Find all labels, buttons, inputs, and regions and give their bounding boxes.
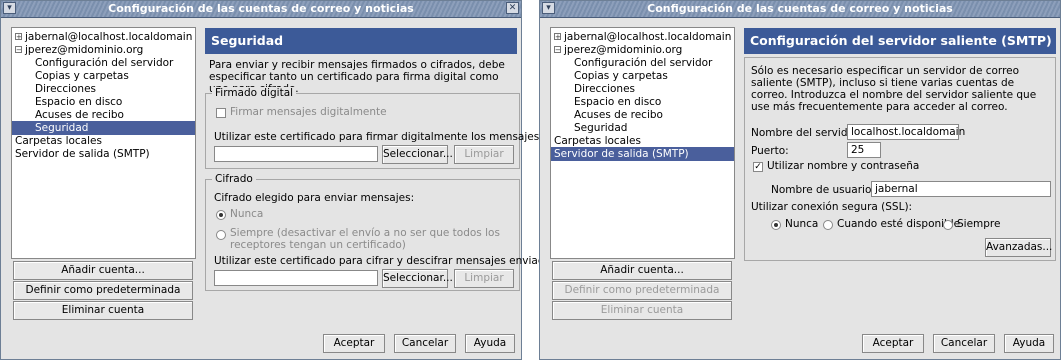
tree-item-security[interactable]: Seguridad: [12, 121, 195, 135]
delete-account-button[interactable]: Eliminar cuenta: [13, 301, 193, 320]
port-label: Puerto:: [751, 145, 789, 157]
clear-signing-cert-button[interactable]: Limpiar: [454, 145, 514, 164]
help-button[interactable]: Ayuda: [1004, 334, 1054, 353]
ssl-when-available-radio[interactable]: [823, 220, 833, 230]
encryption-choice-label: Cifrado elegido para enviar mensajes:: [214, 192, 415, 204]
sign-messages-checkbox[interactable]: [216, 108, 226, 118]
username-input[interactable]: jabernal: [871, 181, 1051, 197]
accept-button[interactable]: Aceptar: [323, 334, 385, 353]
tree-item-addressing[interactable]: Direcciones: [12, 82, 195, 96]
add-account-button[interactable]: Añadir cuenta...: [13, 261, 193, 280]
collapse-icon[interactable]: −: [15, 46, 22, 54]
encrypt-always-label: Siempre (desactivar el envío a no ser qu…: [230, 227, 500, 251]
tree-item-receipts[interactable]: Acuses de recibo: [551, 108, 734, 122]
encryption-group: Cifrado Cifrado elegido para enviar mens…: [205, 173, 590, 291]
tree-item-disk-space[interactable]: Espacio en disco: [12, 95, 195, 109]
tree-item-local-folders[interactable]: Carpetas locales: [551, 134, 734, 148]
tree-item-jperez[interactable]: − jperez@midominio.org: [551, 43, 734, 57]
tree-item-addressing[interactable]: Direcciones: [551, 82, 734, 96]
signing-cert-input[interactable]: [214, 146, 378, 162]
account-settings-window-security: ▾ Configuración de las cuentas de correo…: [0, 0, 598, 360]
window-title: Configuración de las cuentas de correo y…: [647, 2, 953, 15]
encrypt-never-label: Nunca: [230, 208, 264, 220]
smtp-intro-text: Sólo es necesario especificar un servido…: [751, 65, 1037, 113]
ssl-never-label: Nunca: [785, 218, 819, 230]
tree-item-smtp[interactable]: Servidor de salida (SMTP): [12, 147, 195, 161]
server-name-label: Nombre del servidor:: [751, 127, 862, 139]
title-bar[interactable]: ▾ Configuración de las cuentas de correo…: [540, 1, 1060, 18]
server-name-input[interactable]: localhost.localdomain: [847, 124, 965, 140]
expand-icon[interactable]: +: [15, 33, 22, 41]
set-default-button[interactable]: Definir como predeterminada: [13, 281, 193, 300]
account-settings-window-smtp: ▾ Configuración de las cuentas de correo…: [539, 0, 1061, 360]
cancel-button[interactable]: Cancelar: [394, 334, 456, 353]
use-auth-checkbox[interactable]: ✓: [753, 162, 763, 172]
account-tree: + jabernal@localhost.localdomain − jpere…: [550, 27, 735, 259]
smtp-settings-box: Sólo es necesario especificar un servido…: [744, 57, 1056, 261]
group-legend: Firmado digital: [212, 87, 297, 99]
ssl-never-radio[interactable]: [771, 220, 781, 230]
tree-item-security[interactable]: Seguridad: [551, 121, 734, 135]
window-title: Configuración de las cuentas de correo y…: [108, 2, 414, 15]
tree-item-copies-folders[interactable]: Copias y carpetas: [551, 69, 734, 83]
delete-account-button[interactable]: Eliminar cuenta: [552, 301, 732, 320]
digital-signing-group: Firmado digital Firmar mensajes digitalm…: [205, 87, 598, 169]
port-input[interactable]: 25: [847, 142, 881, 158]
tree-item-receipts[interactable]: Acuses de recibo: [12, 108, 195, 122]
tree-item-local-folders[interactable]: Carpetas locales: [12, 134, 195, 148]
use-auth-label: Utilizar nombre y contraseña: [767, 160, 920, 172]
clear-encryption-cert-button[interactable]: Limpiar: [454, 269, 514, 288]
encryption-cert-input[interactable]: [214, 270, 378, 286]
panel-title: Seguridad: [205, 28, 517, 54]
ssl-when-available-label: Cuando esté disponible: [837, 218, 961, 230]
ssl-label: Utilizar conexión segura (SSL):: [751, 201, 913, 213]
group-legend: Cifrado: [212, 173, 256, 185]
tree-item-server-settings[interactable]: Configuración del servidor: [12, 56, 195, 70]
close-icon[interactable]: ✕: [506, 2, 519, 14]
title-bar[interactable]: ▾ Configuración de las cuentas de correo…: [1, 1, 521, 18]
tree-item-disk-space[interactable]: Espacio en disco: [551, 95, 734, 109]
add-account-button[interactable]: Añadir cuenta...: [552, 261, 732, 280]
encryption-cert-label: Utilizar este certificado para cifrar y …: [214, 255, 591, 267]
accept-button[interactable]: Aceptar: [862, 334, 924, 353]
tree-item-jperez[interactable]: − jperez@midominio.org: [12, 43, 195, 57]
tree-item-smtp[interactable]: Servidor de salida (SMTP): [551, 147, 734, 161]
set-default-button[interactable]: Definir como predeterminada: [552, 281, 732, 300]
sign-messages-label: Firmar mensajes digitalmente: [230, 106, 387, 118]
tree-item-jabernal[interactable]: + jabernal@localhost.localdomain: [12, 30, 195, 44]
tree-item-copies-folders[interactable]: Copias y carpetas: [12, 69, 195, 83]
tree-item-server-settings[interactable]: Configuración del servidor: [551, 56, 734, 70]
ssl-always-radio[interactable]: [943, 220, 953, 230]
expand-icon[interactable]: +: [554, 33, 561, 41]
tree-item-jabernal[interactable]: + jabernal@localhost.localdomain: [551, 30, 734, 44]
panel-title: Configuración del servidor saliente (SMT…: [744, 28, 1056, 54]
collapse-icon[interactable]: −: [554, 46, 561, 54]
encrypt-always-radio[interactable]: [216, 230, 226, 240]
cancel-button[interactable]: Cancelar: [933, 334, 995, 353]
ssl-always-label: Siempre: [957, 218, 1001, 230]
encrypt-never-radio[interactable]: [216, 210, 226, 220]
account-tree: + jabernal@localhost.localdomain − jpere…: [11, 27, 196, 259]
username-label: Nombre de usuario:: [771, 184, 875, 196]
advanced-button[interactable]: Avanzadas...: [985, 238, 1052, 257]
select-encryption-cert-button[interactable]: Seleccionar...: [382, 269, 453, 288]
help-button[interactable]: Ayuda: [465, 334, 515, 353]
select-signing-cert-button[interactable]: Seleccionar...: [382, 145, 453, 164]
